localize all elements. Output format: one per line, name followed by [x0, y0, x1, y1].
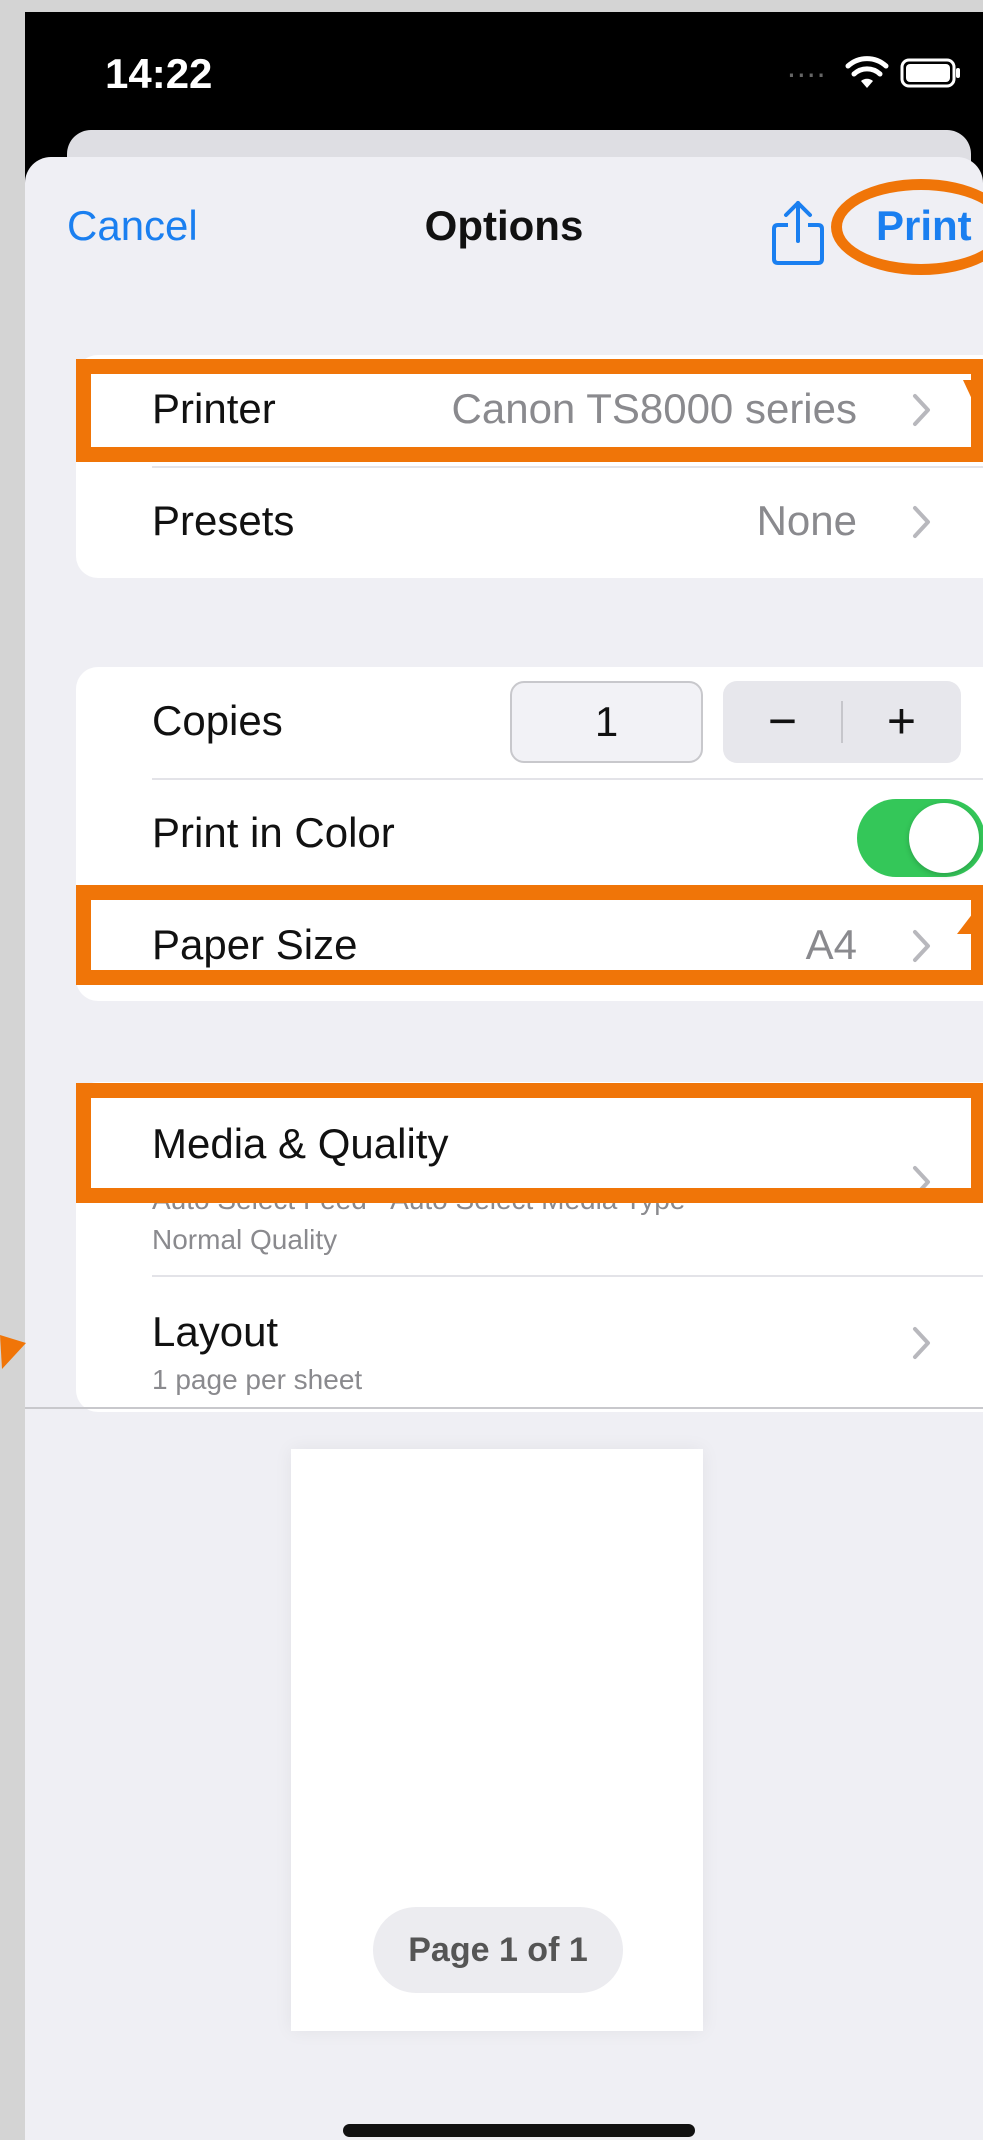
increment-button[interactable]: +: [842, 681, 961, 763]
copies-stepper: − +: [723, 681, 961, 763]
paper-size-label: Paper Size: [152, 921, 358, 968]
print-in-color-row: Print in Color: [76, 779, 983, 891]
settings-group: Copies 1 − + Print in Color Paper Size A…: [76, 667, 983, 1001]
print-options-sheet: Cancel Options Print Printer Canon TS800…: [25, 157, 983, 2140]
annotation-arrow: [0, 1335, 26, 1369]
navigation-bar: Cancel Options Print: [25, 157, 983, 307]
media-quality-detail-2: Normal Quality: [152, 1224, 338, 1255]
media-quality-highlight-fill: [91, 1098, 971, 1188]
presets-row[interactable]: Presets None: [76, 467, 983, 579]
cellular-signal-icon: ....: [787, 48, 827, 84]
chevron-right-icon: [913, 1327, 930, 1359]
presets-value: None: [756, 497, 857, 544]
annotation-arrow: [957, 900, 983, 934]
copies-row: Copies 1 − +: [76, 667, 983, 779]
presets-label: Presets: [152, 497, 295, 544]
toggle-knob: [909, 803, 979, 873]
paper-size-value: A4: [805, 921, 857, 968]
layout-detail: 1 page per sheet: [152, 1364, 363, 1395]
chevron-right-icon: [913, 394, 930, 426]
annotation-arrow: [963, 380, 983, 410]
share-icon[interactable]: [770, 197, 826, 267]
page-counter: Page 1 of 1: [373, 1907, 623, 1993]
preview-divider: [25, 1407, 983, 1409]
media-quality-detail-1: Auto Select Feed · Auto Select Media Typ…: [152, 1184, 686, 1215]
printer-row[interactable]: Printer Canon TS8000 series: [76, 355, 983, 467]
print-highlight-circle: [831, 179, 983, 275]
paper-size-row[interactable]: Paper Size A4: [76, 891, 983, 1003]
layout-row[interactable]: Layout 1 page per sheet: [76, 1276, 983, 1412]
copies-label: Copies: [152, 697, 283, 744]
decrement-button[interactable]: −: [723, 681, 842, 763]
printer-label: Printer: [152, 385, 276, 432]
layout-label: Layout: [152, 1308, 279, 1355]
print-in-color-toggle[interactable]: [857, 799, 983, 877]
chevron-right-icon: [913, 506, 930, 538]
status-time: 14:22: [105, 50, 213, 97]
printer-value: Canon TS8000 series: [451, 385, 857, 432]
print-in-color-label: Print in Color: [152, 809, 395, 856]
chevron-right-icon: [913, 930, 930, 962]
copies-input[interactable]: 1: [510, 681, 703, 763]
phone-screen: 14:22 .... Cancel Options Print Printer: [25, 12, 983, 2140]
printer-group: Printer Canon TS8000 series Presets None: [76, 355, 983, 578]
battery-icon: [900, 58, 960, 88]
wifi-icon: [845, 56, 889, 88]
home-indicator: [343, 2124, 695, 2137]
